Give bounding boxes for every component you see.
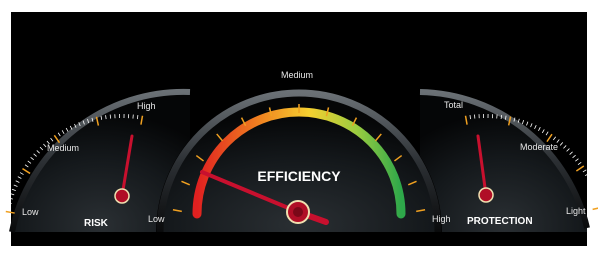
protection-tick bbox=[587, 177, 591, 180]
dashboard-gauges: Low Medium High RISK Total Moderate Ligh… bbox=[0, 0, 598, 260]
risk-label-high: High bbox=[137, 101, 156, 111]
protection-label-total: Total bbox=[444, 100, 463, 110]
protection-tick bbox=[592, 189, 597, 192]
protection-tick bbox=[500, 114, 503, 120]
risk-label-low: Low bbox=[22, 207, 39, 217]
protection-tick bbox=[592, 207, 598, 211]
risk-label-medium: Medium bbox=[47, 143, 79, 153]
protection-needle-hub bbox=[478, 187, 494, 203]
risk-tick bbox=[136, 115, 139, 120]
risk-tick bbox=[6, 206, 11, 209]
risk-tick bbox=[105, 115, 107, 120]
protection-label-light: Light bbox=[566, 206, 586, 216]
gauges-canvas: Low Medium High RISK Total Moderate Ligh… bbox=[5, 12, 598, 246]
efficiency-title: EFFICIENCY bbox=[257, 168, 341, 184]
protection-tick bbox=[593, 193, 598, 197]
protection-title: PROTECTION bbox=[467, 216, 533, 227]
protection-tick bbox=[469, 115, 471, 120]
risk-needle-hub bbox=[114, 188, 130, 204]
protection-tick bbox=[588, 181, 593, 184]
efficiency-label-high: High bbox=[432, 214, 451, 224]
efficiency-label-medium: Medium bbox=[281, 70, 313, 80]
risk-title: RISK bbox=[84, 218, 109, 229]
protection-tick bbox=[590, 185, 595, 188]
protection-label-moderate: Moderate bbox=[520, 142, 558, 152]
efficiency-label-low: Low bbox=[148, 214, 165, 224]
efficiency-needle-hub-center bbox=[293, 207, 303, 217]
